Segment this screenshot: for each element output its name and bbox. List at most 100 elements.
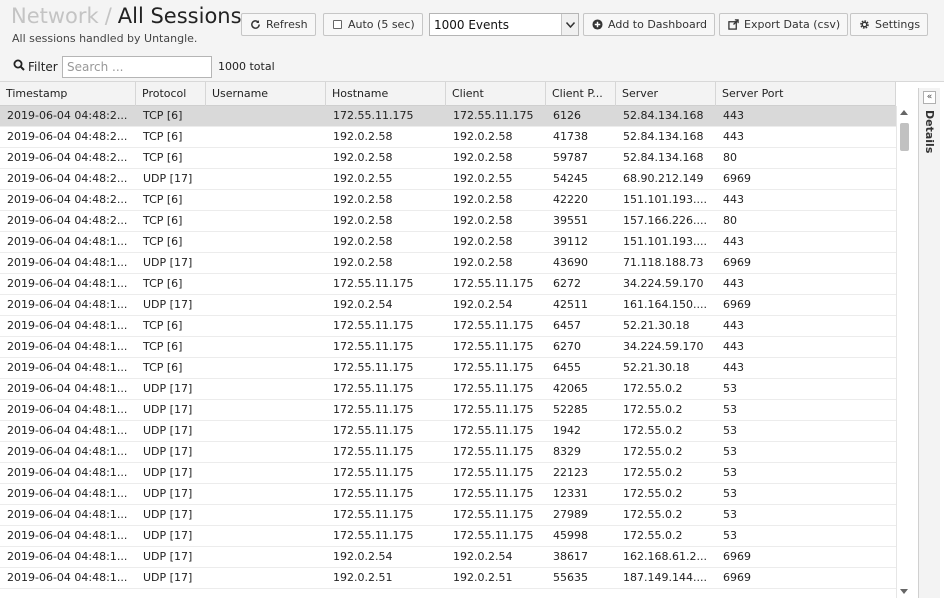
table-row[interactable]: 2019-06-04 04:48:2... TCP [6] 192.0.2.58 19… [0, 127, 896, 148]
cell-client: 172.55.11.175 [453, 445, 534, 458]
table-row[interactable]: 2019-06-04 04:48:2... UDP [17] 192.0.2.55 1… [0, 169, 896, 190]
cell-protocol: UDP [17] [143, 466, 193, 479]
cell-client: 172.55.11.175 [453, 361, 534, 374]
auto-refresh-label: Auto (5 sec) [348, 18, 415, 31]
column-header-client-port[interactable]: Client P... [546, 82, 616, 106]
column-header-hostname[interactable]: Hostname [326, 82, 446, 106]
search-icon [13, 59, 28, 74]
settings-label: Settings [875, 18, 921, 31]
events-limit-value: 1000 Events [434, 17, 509, 32]
table-row[interactable]: 2019-06-04 04:48:1... UDP [17] 172.55.11.1… [0, 463, 896, 484]
table-row[interactable]: 2019-06-04 04:48:2... TCP [6] 172.55.11.17… [0, 106, 896, 127]
table-row[interactable]: 2019-06-04 04:48:1... UDP [17] 172.55.11.1… [0, 505, 896, 526]
plus-circle-icon [591, 19, 603, 31]
cell-client: 192.0.2.54 [453, 550, 513, 563]
column-header-server[interactable]: Server [616, 82, 716, 106]
cell-server-port: 6969 [723, 256, 751, 269]
column-header-timestamp[interactable]: Timestamp [0, 82, 136, 106]
table-row[interactable]: 2019-06-04 04:48:1... UDP [17] 172.55.11.1… [0, 442, 896, 463]
table-row[interactable]: 2019-06-04 04:48:1... TCP [6] 192.0.2.58 19… [0, 232, 896, 253]
scroll-up-arrow[interactable] [900, 110, 908, 115]
vertical-scrollbar[interactable] [896, 106, 912, 598]
column-header-protocol[interactable]: Protocol [136, 82, 206, 106]
cell-protocol: UDP [17] [143, 550, 193, 563]
table-row[interactable]: 2019-06-04 04:48:1... TCP [6] 172.55.11.17… [0, 274, 896, 295]
table-row[interactable]: 2019-06-04 04:48:1... TCP [6] 172.55.11.17… [0, 358, 896, 379]
table-row[interactable]: 2019-06-04 04:48:1... UDP [17] 172.55.11.1… [0, 484, 896, 505]
settings-button[interactable]: Settings [850, 13, 929, 36]
filter-label: Filter [13, 59, 58, 74]
cell-timestamp: 2019-06-04 04:48:2... [7, 214, 128, 227]
cell-client: 172.55.11.175 [453, 340, 534, 353]
details-label[interactable]: Details [921, 110, 939, 170]
cell-hostname: 172.55.11.175 [333, 109, 414, 122]
cell-protocol: TCP [6] [143, 151, 183, 164]
table-row[interactable]: 2019-06-04 04:48:1... UDP [17] 192.0.2.54 1… [0, 547, 896, 568]
cell-client-port: 22123 [553, 466, 588, 479]
cell-server-port: 443 [723, 340, 744, 353]
table-row[interactable]: 2019-06-04 04:48:1... TCP [6] 172.55.11.17… [0, 316, 896, 337]
scroll-down-arrow[interactable] [900, 589, 908, 594]
page-title: All Sessions [117, 4, 242, 28]
table-row[interactable]: 2019-06-04 04:48:1... UDP [17] 172.55.11.1… [0, 379, 896, 400]
cell-server: 172.55.0.2 [623, 403, 683, 416]
cell-username [206, 295, 326, 316]
cell-server-port: 53 [723, 487, 737, 500]
cell-protocol: TCP [6] [143, 109, 183, 122]
table-row[interactable]: 2019-06-04 04:48:1... UDP [17] 172.55.11.1… [0, 526, 896, 547]
auto-refresh-checkbox[interactable] [331, 19, 343, 31]
events-limit-select[interactable]: 1000 Events [429, 13, 579, 36]
page-header: Network / All Sessions All sessions handle… [0, 0, 944, 52]
cell-client: 172.55.11.175 [453, 487, 534, 500]
auto-refresh-toggle[interactable]: Auto (5 sec) [323, 13, 423, 36]
search-input[interactable] [62, 56, 212, 78]
scroll-thumb[interactable] [900, 123, 909, 151]
table-row[interactable]: 2019-06-04 04:48:1... UDP [17] 192.0.2.51 1… [0, 568, 896, 589]
cell-username [206, 379, 326, 400]
cell-username [206, 127, 326, 148]
grid-header: Timestamp Protocol Username Hostname Client C… [0, 82, 896, 106]
cell-timestamp: 2019-06-04 04:48:1... [7, 319, 128, 332]
cell-hostname: 172.55.11.175 [333, 529, 414, 542]
column-header-client[interactable]: Client [446, 82, 546, 106]
cell-client: 192.0.2.51 [453, 571, 513, 584]
cell-client: 192.0.2.58 [453, 235, 513, 248]
column-header-username[interactable]: Username [206, 82, 326, 106]
cell-server: 52.84.134.168 [623, 109, 704, 122]
table-row[interactable]: 2019-06-04 04:48:1... TCP [6] 172.55.11.17… [0, 337, 896, 358]
breadcrumb-network-link[interactable]: Network [11, 4, 99, 28]
collapse-icon[interactable]: « [923, 91, 936, 104]
cell-client-port: 42220 [553, 193, 588, 206]
grid-body[interactable]: 2019-06-04 04:48:2... TCP [6] 172.55.11.17… [0, 106, 896, 598]
details-panel[interactable]: « Details [918, 88, 940, 598]
table-row[interactable]: 2019-06-04 04:48:1... UDP [17] 172.55.11.1… [0, 400, 896, 421]
cell-protocol: TCP [6] [143, 235, 183, 248]
table-row[interactable]: 2019-06-04 04:48:1... UDP [17] 192.0.2.54 1… [0, 295, 896, 316]
refresh-button[interactable]: Refresh [241, 13, 316, 36]
cell-timestamp: 2019-06-04 04:48:1... [7, 571, 128, 584]
cell-server-port: 53 [723, 403, 737, 416]
cell-server: 52.21.30.18 [623, 361, 690, 374]
column-header-server-port[interactable]: Server Port [716, 82, 896, 106]
add-to-dashboard-button[interactable]: Add to Dashboard [583, 13, 716, 36]
export-data-button[interactable]: Export Data (csv) [719, 13, 849, 36]
table-row[interactable]: 2019-06-04 04:48:1... UDP [17] 172.55.11.1… [0, 421, 896, 442]
cell-server: 52.84.134.168 [623, 130, 704, 143]
cell-server: 172.55.0.2 [623, 424, 683, 437]
cell-username [206, 106, 326, 127]
sessions-grid: Timestamp Protocol Username Hostname Client C… [0, 82, 912, 598]
table-row[interactable]: 2019-06-04 04:48:2... TCP [6] 192.0.2.58 19… [0, 148, 896, 169]
chevron-down-icon[interactable] [561, 14, 578, 35]
cell-protocol: UDP [17] [143, 487, 193, 500]
cell-client: 192.0.2.58 [453, 193, 513, 206]
cell-hostname: 192.0.2.51 [333, 571, 393, 584]
cell-protocol: TCP [6] [143, 193, 183, 206]
table-row[interactable]: 2019-06-04 04:48:1... UDP [17] 192.0.2.58 1… [0, 253, 896, 274]
cell-server: 71.118.188.73 [623, 256, 704, 269]
table-row[interactable]: 2019-06-04 04:48:2... TCP [6] 192.0.2.58 19… [0, 211, 896, 232]
cell-hostname: 192.0.2.58 [333, 235, 393, 248]
cell-username [206, 316, 326, 337]
add-to-dashboard-label: Add to Dashboard [608, 18, 708, 31]
cell-hostname: 192.0.2.54 [333, 298, 393, 311]
table-row[interactable]: 2019-06-04 04:48:2... TCP [6] 192.0.2.58 19… [0, 190, 896, 211]
